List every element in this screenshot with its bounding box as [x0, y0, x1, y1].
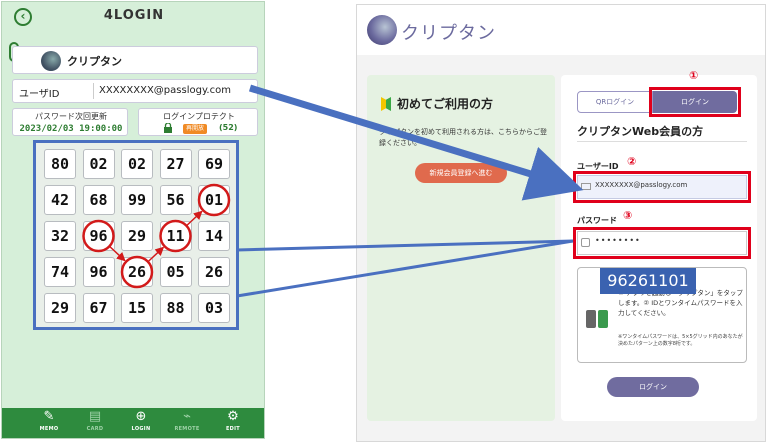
service-row[interactable]: クリプタン [12, 46, 258, 74]
phone-illustration-icon [598, 310, 608, 328]
pattern-circle [197, 183, 231, 217]
nav-label: EDIT [225, 426, 241, 432]
app-logo: 4LOGIN [103, 8, 165, 23]
globe-icon: ⊕ [135, 409, 147, 424]
nav-item-edit[interactable]: ⚙ EDIT [210, 408, 256, 438]
password-field-label: パスワード [577, 216, 617, 225]
pattern-circle [159, 219, 192, 253]
nav-label: MEMO [39, 426, 59, 432]
pattern-arrow [185, 210, 203, 227]
nav-label: REMOTE [174, 426, 200, 432]
service-logo-icon [41, 51, 61, 71]
remote-icon: ⌁ [183, 409, 191, 424]
web-logo-text: クリプタン [401, 23, 496, 44]
nav-item-memo[interactable]: ✎ MEMO [26, 408, 72, 438]
one-time-password-overlay: 96261101 [600, 268, 696, 294]
password-input-highlight [573, 227, 751, 259]
divider [577, 141, 747, 142]
userid-input-highlight [573, 171, 751, 203]
pattern-circle [82, 219, 115, 253]
step-marker-1: ① [689, 69, 699, 82]
password-update-box: パスワード次回更新 2023/02/03 19:00:00 [12, 108, 128, 136]
cryptan-web-login-page: クリプタン 初めてご利用の方 クリプタンを初めて利用される方は、こちらからご登録… [356, 4, 766, 442]
password-update-label: パスワード次回更新 [35, 112, 107, 121]
phone-illustration-icon [586, 310, 596, 328]
userid-label: ユーザID [19, 89, 60, 100]
member-login-panel: QRログイン ログイン クリプタンWeb会員の方 ユーザーID XXXXXXXX… [561, 69, 757, 421]
pattern-overlay [82, 183, 231, 289]
member-title: クリプタンWeb会員の方 [577, 125, 704, 138]
password-grid: 80 02 02 27 69 42 68 99 56 01 32 96 29 11 14 74 96 26 05 26… [33, 140, 239, 330]
pattern-arrow [147, 246, 165, 263]
userid-row[interactable]: ユーザID XXXXXXXX@passlogy.com [12, 79, 258, 103]
info-row: パスワード次回更新 2023/02/03 19:00:00 ログインプロテクト … [12, 108, 258, 136]
nav-item-login[interactable]: ⊕ LOGIN [118, 408, 164, 438]
login-protect-label: ログインプロテクト [163, 112, 235, 121]
nav-item-remote[interactable]: ⌁ REMOTE [164, 408, 210, 438]
screenshot-canvas: ‹ 4LOGIN クリプタン ユーザID XXXXXXXX@passlogy.c… [0, 0, 768, 448]
pattern-circle [120, 255, 154, 289]
resume-badge[interactable]: 再開放 [183, 124, 208, 134]
web-header: クリプタン [357, 5, 765, 55]
cryptan-logo-icon [367, 15, 397, 45]
first-time-panel: 初めてご利用の方 クリプタンを初めて利用される方は、こちらからご登録ください。 … [367, 75, 555, 421]
protect-count: (52) [219, 123, 238, 132]
memo-icon: ✎ [43, 409, 55, 424]
beginner-mark-icon [381, 97, 391, 111]
first-time-description: クリプタンを初めて利用される方は、こちらからご登録ください。 [379, 128, 547, 147]
userid-value: XXXXXXXX@passlogy.com [99, 85, 231, 96]
lock-icon [164, 123, 172, 133]
login-protect-box: ログインプロテクト 再開放 (52) [138, 108, 258, 136]
step-marker-2: ② [627, 155, 637, 168]
first-time-title: 初めてご利用の方 [397, 97, 494, 111]
app-header: ‹ 4LOGIN [2, 2, 264, 32]
edit-icon: ⚙ [227, 409, 239, 424]
nav-item-card[interactable]: ▤ CARD [72, 408, 118, 438]
password-update-value: 2023/02/03 19:00:00 [19, 124, 123, 134]
card-icon: ▤ [88, 409, 102, 424]
bottom-nav: ✎ MEMO ▤ CARD ⊕ LOGIN ⌁ REMOTE ⚙ EDIT [2, 408, 264, 438]
divider [93, 83, 94, 99]
register-button[interactable]: 新規会員登録へ進む [415, 163, 507, 183]
login-submit-button[interactable]: ログイン [607, 377, 699, 397]
service-name: クリプタン [67, 55, 122, 68]
help-note: ※ワンタイムパスワードは、5×5グリッド内のあなたが決めたパターン上の数字8桁で… [618, 334, 743, 347]
login-tab-highlight [649, 87, 741, 117]
nav-label: CARD [86, 426, 104, 432]
tab-qr-login[interactable]: QRログイン [577, 91, 653, 113]
step-marker-3: ③ [623, 209, 633, 222]
nav-label: LOGIN [131, 426, 151, 432]
passlogy-app-screen: ‹ 4LOGIN クリプタン ユーザID XXXXXXXX@passlogy.c… [1, 1, 265, 439]
pattern-arrow [108, 245, 126, 262]
